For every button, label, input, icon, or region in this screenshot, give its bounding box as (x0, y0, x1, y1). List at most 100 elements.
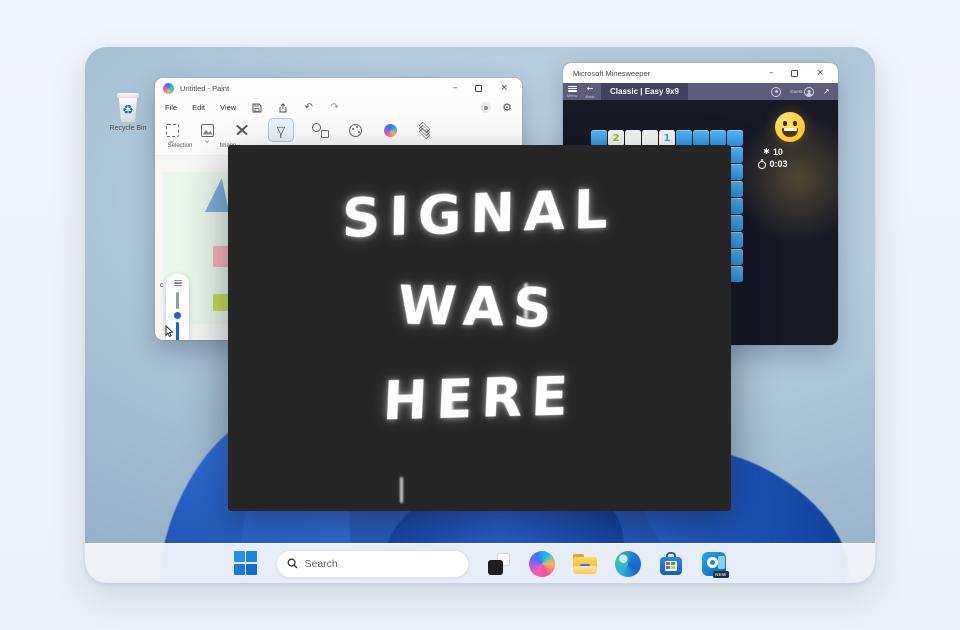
menu-view[interactable]: View (220, 103, 236, 112)
outlook-new-badge: NEW (713, 571, 728, 578)
coins-icon[interactable] (771, 87, 781, 97)
menu-file[interactable]: File (165, 103, 177, 112)
graffiti-line-2: WAS (396, 256, 564, 359)
redo-icon[interactable]: ↷ (329, 102, 340, 113)
close-button[interactable]: × (500, 84, 508, 93)
file-explorer-button[interactable] (572, 551, 598, 577)
canvas-pink-shape (213, 246, 229, 267)
store-window-logo (665, 561, 677, 571)
paint-drip (400, 477, 403, 503)
screenshot-stage: ♻ Recycle Bin Untitled - Paint – × File … (0, 0, 960, 630)
share-icon[interactable] (277, 102, 288, 113)
minesweeper-toolbar: Menu ← Back Classic | Easy 9x9 Guest → (563, 83, 838, 100)
selection-icon (166, 124, 179, 137)
smiley-eye (793, 121, 797, 126)
menu-button-label: Menu (567, 93, 577, 98)
graffiti-line-3: HERE (381, 348, 579, 454)
person-icon (804, 87, 814, 97)
tools-button[interactable] (233, 121, 251, 139)
recycle-bin-lid (117, 93, 139, 98)
canvas-letter: c (160, 282, 164, 289)
folder-front (573, 566, 597, 574)
settings-gear-icon[interactable]: ⚙ (502, 102, 512, 113)
recycle-bin-label: Recycle Bin (93, 125, 163, 132)
game-menu-button[interactable]: Menu (563, 83, 581, 100)
recycle-bin-desktop-icon[interactable]: ♻ Recycle Bin (93, 93, 163, 132)
mine-tile[interactable] (710, 130, 726, 146)
paint-drip (524, 283, 528, 319)
paint-window-title: Untitled - Paint (180, 84, 453, 93)
maximize-button[interactable] (475, 85, 482, 92)
mine-tile[interactable] (693, 130, 709, 146)
canvas-green-shape (213, 294, 229, 311)
timer-icon (758, 160, 766, 169)
smiley-eye (783, 121, 787, 126)
selection-label: Selection (163, 143, 197, 155)
canvas-blue-triangle (205, 178, 229, 212)
paint-app-icon (163, 83, 174, 94)
slider-thumb[interactable] (174, 312, 181, 319)
mine-tile[interactable] (676, 130, 692, 146)
save-icon[interactable] (251, 102, 262, 113)
search-icon (287, 558, 298, 569)
undo-icon[interactable]: ↶ (303, 102, 314, 113)
copilot-taskbar-icon[interactable] (529, 551, 555, 577)
microsoft-store-button[interactable] (658, 551, 684, 577)
paint-window-controls: – × (453, 84, 514, 93)
fullscreen-expand-icon[interactable]: → (821, 86, 832, 97)
close-button[interactable]: × (816, 69, 824, 78)
start-button[interactable] (234, 551, 259, 576)
minimize-button[interactable]: – (453, 84, 458, 93)
back-arrow-icon: ← (587, 85, 594, 93)
recycle-icon: ♻ (122, 104, 134, 117)
game-mode-chip: Classic | Easy 9x9 (601, 83, 688, 100)
selection-tool-button[interactable] (163, 121, 181, 139)
mine-count-row: ✱ 10 (763, 147, 783, 157)
mine-tile[interactable] (727, 130, 743, 146)
menu-edit[interactable]: Edit (192, 103, 205, 112)
task-view-button[interactable] (486, 551, 512, 577)
image-mountain (203, 129, 213, 135)
image-tool-button[interactable] (198, 121, 216, 139)
guest-account-button[interactable]: Guest (790, 87, 814, 97)
back-button[interactable]: ← Back (581, 83, 599, 100)
task-view-icon-front (488, 560, 503, 575)
shapes-button[interactable] (311, 121, 329, 139)
minimize-button[interactable]: – (769, 69, 774, 78)
outlook-envelope (718, 556, 725, 569)
taskbar-search-box[interactable] (276, 550, 469, 578)
edge-browser-button[interactable] (615, 551, 641, 577)
minesweeper-window-title: Microsoft Minesweeper (573, 69, 769, 78)
game-mode-label: Classic | Easy 9x9 (610, 87, 679, 96)
mine-tile[interactable] (591, 130, 607, 146)
mine-tile[interactable]: 1 (659, 130, 675, 146)
colors-button[interactable] (346, 121, 364, 139)
mouse-cursor-icon (165, 325, 174, 337)
game-stats: ✱ 10 0:03 (741, 147, 805, 169)
paint-toolbar: ▽ (155, 117, 522, 143)
mine-tile[interactable] (625, 130, 641, 146)
slider-track-upper[interactable] (176, 292, 179, 309)
minesweeper-window-controls: – × (769, 69, 830, 78)
timer-row: 0:03 (758, 159, 787, 169)
layers-button[interactable] (416, 121, 434, 139)
maximize-button[interactable] (791, 70, 798, 77)
mine-tile[interactable]: 2 (608, 130, 624, 146)
windows-logo-pane (246, 564, 257, 575)
mine-tile[interactable] (642, 130, 658, 146)
paint-premium-badge-icon[interactable] (480, 102, 491, 113)
smiley-face-icon[interactable] (775, 112, 805, 142)
recycle-bin-body: ♻ (118, 98, 138, 122)
windows-logo-pane (234, 564, 245, 575)
mine-icon: ✱ (763, 148, 770, 156)
signal-graffiti-overlay: SIGNAL WAS HERE (228, 145, 731, 511)
fill-tool-button-selected[interactable]: ▽ (268, 118, 294, 142)
copilot-button[interactable] (381, 121, 399, 139)
mine-count: 10 (773, 147, 783, 157)
search-input[interactable] (305, 558, 445, 570)
shapes-icon (312, 123, 321, 132)
slider-icon (174, 280, 182, 286)
minesweeper-titlebar: Microsoft Minesweeper – × (563, 63, 838, 83)
outlook-button[interactable]: NEW (701, 551, 727, 577)
slider-track-lower[interactable] (176, 322, 179, 340)
